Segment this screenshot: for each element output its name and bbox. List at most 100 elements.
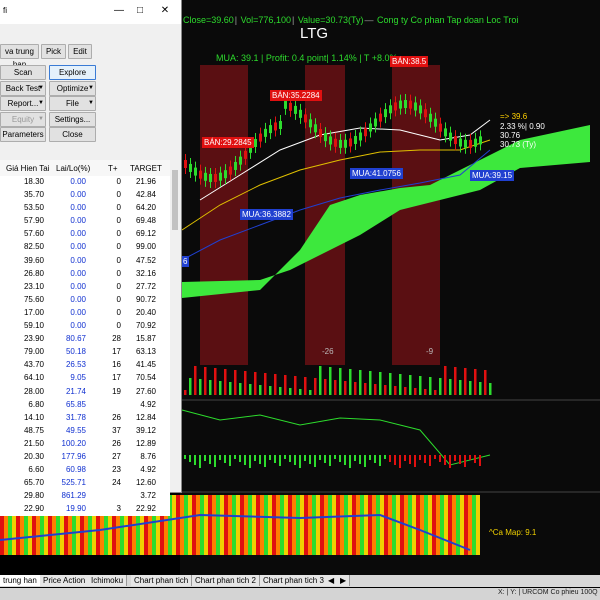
table-row[interactable]: 20.30 177.96 27 8.76 <box>0 450 170 465</box>
table-row[interactable]: 39.60 0.00 0 47.52 <box>0 254 170 268</box>
table-row[interactable]: 48.75 49.55 37 39.12 <box>0 424 170 438</box>
file-button[interactable]: File ▼ <box>49 96 96 111</box>
scroll-thumb[interactable] <box>172 170 178 230</box>
heatmap-cell <box>360 495 364 555</box>
table-row[interactable]: 6.60 60.98 23 4.92 <box>0 464 170 478</box>
table-row[interactable]: 21.50 100.20 26 12.89 <box>0 437 170 451</box>
heatmap-cell <box>340 495 344 555</box>
table-cell: 47.52 <box>135 255 156 265</box>
table-cell: 23.10 <box>23 281 44 291</box>
table-row[interactable]: 59.10 0.00 0 70.92 <box>0 320 170 334</box>
column-header[interactable]: T+ <box>108 164 118 173</box>
volume-bar <box>299 389 302 395</box>
macd-bar <box>469 455 471 460</box>
macd-bar <box>329 455 331 466</box>
table-row[interactable]: 43.70 26.53 16 41.45 <box>0 359 170 373</box>
heatmap-cell <box>336 495 340 555</box>
tab-chart-phan-tich-3[interactable]: Chart phan tich 3 <box>260 575 328 586</box>
close-button[interactable]: Close <box>49 127 96 142</box>
candle-body <box>284 100 287 109</box>
table-row[interactable]: 79.00 50.18 17 63.13 <box>0 346 170 360</box>
tab-chart-phan-tich-2[interactable]: Chart phan tich 2 <box>192 575 260 586</box>
candle-body <box>444 128 447 137</box>
table-row[interactable]: 22.90 19.90 3 22.92 <box>0 503 170 517</box>
vertical-scrollbar[interactable] <box>170 160 180 483</box>
table-cell: 12.89 <box>135 438 156 448</box>
macd-bar <box>214 455 216 467</box>
table-row[interactable]: 35.70 0.00 0 42.84 <box>0 189 170 203</box>
tab-trung-han[interactable]: trung han <box>0 575 41 586</box>
column-header[interactable]: Giá Hien Tai <box>6 164 49 173</box>
table-cell: 18.30 <box>23 177 44 186</box>
heatmap-cell <box>444 495 448 555</box>
explore-button[interactable]: Explore <box>49 65 96 80</box>
table-cell: 3 <box>116 504 121 514</box>
column-header[interactable]: Lai/Lo(%) <box>56 164 90 173</box>
table-cell: 0.00 <box>70 229 86 239</box>
table-row[interactable]: 64.10 9.05 17 70.54 <box>0 372 170 386</box>
candle-body <box>184 160 187 168</box>
table-row[interactable]: 17.00 0.00 0 20.40 <box>0 306 170 321</box>
pick-button[interactable]: Pick <box>41 44 66 59</box>
table-row[interactable]: 6.80 65.85 4.92 <box>0 398 170 412</box>
window-titlebar[interactable]: fi — □ ✕ <box>0 0 181 24</box>
table-row[interactable]: 57.90 0.00 0 69.48 <box>0 215 170 229</box>
parameters-button[interactable]: Parameters <box>0 127 46 142</box>
candle-body <box>394 102 397 111</box>
heatmap-cell <box>268 495 272 555</box>
value-value: Value=30.73(Ty) <box>297 15 364 25</box>
table-cell: 39.60 <box>23 255 44 265</box>
candle-body <box>379 113 382 122</box>
tab-price-action[interactable]: Price Action <box>40 575 90 586</box>
heatmap-cell <box>312 495 316 555</box>
table-row[interactable]: 75.60 0.00 0 90.72 <box>0 293 170 307</box>
table-row[interactable]: 28.00 21.74 19 27.60 <box>0 385 170 399</box>
table-row[interactable]: 82.50 0.00 0 99.00 <box>0 241 170 255</box>
scan-button[interactable]: Scan <box>0 65 46 80</box>
tab-ichimoku[interactable]: Ichimoku <box>88 575 128 586</box>
equity-button[interactable]: Equity ▼ <box>0 112 46 127</box>
minimize-icon[interactable]: — <box>110 4 128 18</box>
table-row[interactable]: 14.10 31.78 26 12.84 <box>0 411 170 425</box>
maximize-icon[interactable]: □ <box>131 4 149 18</box>
buy-label-36: MUA:36.3882 <box>240 209 293 220</box>
table-row[interactable]: 53.50 0.00 0 64.20 <box>0 202 170 216</box>
macd-bar <box>184 455 186 459</box>
edit-button[interactable]: Edit <box>68 44 92 59</box>
strategy-select[interactable]: va trung han <box>0 44 39 69</box>
table-cell: 28.00 <box>23 386 44 396</box>
candle-body <box>239 156 242 165</box>
tab-scroll-right-icon[interactable]: ▶ <box>337 575 351 586</box>
table-row[interactable]: 18.30 0.00 0 21.96 <box>0 176 170 190</box>
table-row[interactable]: 57.60 0.00 0 69.12 <box>0 228 170 242</box>
table-cell: 75.60 <box>23 294 44 304</box>
tab-chart-phan-tich[interactable]: Chart phan tich <box>131 575 193 586</box>
table-row[interactable]: 29.80 861.29 3.72 <box>0 490 170 504</box>
column-header[interactable]: TARGET <box>130 164 162 173</box>
table-cell: 0 <box>116 216 121 226</box>
heatmap-cell <box>188 495 192 555</box>
optimize-button[interactable]: Optimize ▼ <box>49 81 96 96</box>
table-cell: 65.85 <box>65 399 86 409</box>
table-cell: 0 <box>116 294 121 304</box>
settings-button[interactable]: Settings... <box>49 112 96 127</box>
table-cell: 64.20 <box>135 203 156 213</box>
heatmap-cell <box>412 495 416 555</box>
candle-body <box>384 109 387 118</box>
heatmap-cell <box>452 495 456 555</box>
heatmap-cell <box>392 495 396 555</box>
table-row[interactable]: 23.90 80.67 28 15.87 <box>0 333 170 347</box>
heatmap-cell <box>264 495 268 555</box>
chevron-down-icon: ▼ <box>38 85 44 91</box>
table-cell: 19 <box>112 386 121 396</box>
table-row[interactable]: 23.10 0.00 0 27.72 <box>0 280 170 294</box>
report-button[interactable]: Report... ▼ <box>0 96 46 111</box>
backtest-button[interactable]: Back Test ▼ <box>0 81 46 96</box>
table-row[interactable]: 65.70 525.71 24 12.60 <box>0 477 170 491</box>
macd-bar <box>379 455 381 466</box>
macd-bar <box>364 455 366 467</box>
table-row[interactable]: 26.80 0.00 0 32.16 <box>0 267 170 281</box>
close-icon[interactable]: ✕ <box>156 4 174 18</box>
candle-body <box>294 105 297 114</box>
macd-bar <box>414 455 416 467</box>
